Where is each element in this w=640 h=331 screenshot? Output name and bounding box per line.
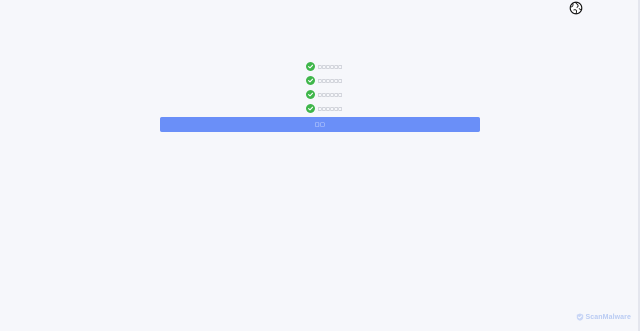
checklist-item: □□□□□□ [306, 73, 426, 87]
check-circle-icon [306, 89, 315, 99]
continue-button-label: □□ [314, 121, 326, 128]
checklist-item: □□□□□□ [306, 101, 426, 115]
status-checklist: □□□□□□ □□□□□□ □□□□□□ □□□□□□ [306, 59, 426, 115]
globe-icon [569, 1, 583, 15]
page: □□□□□□ □□□□□□ □□□□□□ □□□□□□ □□ ScanMalwa… [0, 0, 640, 331]
brand-watermark: ScanMalware [576, 313, 631, 321]
check-circle-icon [306, 61, 315, 71]
continue-button[interactable]: □□ [160, 117, 480, 132]
language-button[interactable] [569, 1, 583, 15]
scanmalware-logo-icon [576, 313, 583, 321]
brand-name: ScanMalware [585, 313, 631, 321]
check-circle-icon [306, 103, 315, 113]
checklist-item-label: □□□□□□ [318, 63, 343, 69]
checklist-item: □□□□□□ [306, 59, 426, 73]
checklist-item: □□□□□□ [306, 87, 426, 101]
checklist-item-label: □□□□□□ [318, 91, 343, 97]
checklist-item-label: □□□□□□ [318, 105, 343, 111]
check-circle-icon [306, 75, 315, 85]
checklist-item-label: □□□□□□ [318, 77, 343, 83]
